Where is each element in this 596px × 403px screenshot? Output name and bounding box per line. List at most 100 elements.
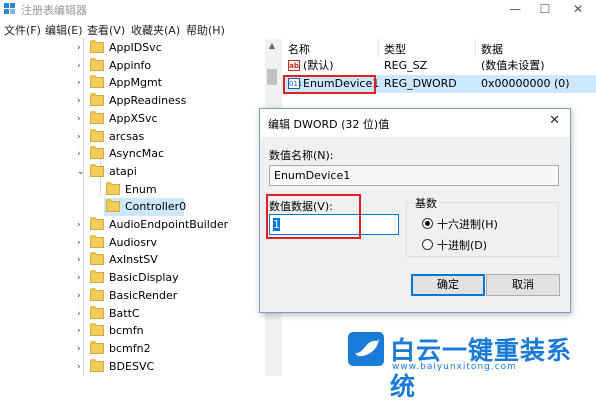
tree-item-label: AppReadiness (109, 94, 187, 108)
tree-item[interactable]: Enum (84, 181, 259, 199)
value-name-label: 数值名称(N): (269, 149, 334, 162)
tree-item-label: AsyncMac (109, 147, 165, 161)
tree-item-label: AppIDSvc (109, 41, 162, 54)
folder-icon (90, 305, 104, 319)
tree-item-label: Enum (125, 182, 157, 196)
scroll-up-arrow-icon[interactable]: ▲ (265, 39, 279, 53)
maximize-button[interactable]: ☐ (530, 0, 560, 20)
tree-item[interactable]: › BasicRender (77, 287, 259, 305)
tree-item[interactable]: › BasicDisplay (77, 269, 259, 287)
chevron-right-icon[interactable]: › (77, 269, 81, 287)
chevron-right-icon[interactable]: › (77, 358, 81, 376)
folder-icon (106, 181, 120, 195)
tree-item[interactable]: › bcmfn2 (77, 340, 259, 358)
folder-icon (90, 270, 104, 284)
tree-item-label: BDESVC (109, 359, 155, 373)
tree-item[interactable]: › AudioEndpointBuilder (77, 216, 259, 234)
tree-item[interactable]: › AppXSvc (77, 110, 259, 128)
value-name-field: EnumDevice1 (269, 165, 559, 186)
tree-item[interactable]: › bcmfn (77, 322, 259, 340)
menu-file[interactable]: 文件(F) (4, 22, 41, 38)
brand-url: www.baiyunxitong.com (392, 362, 517, 372)
tree-item[interactable]: › BDESVC (77, 358, 259, 376)
tree-item[interactable]: › AppReadiness (77, 92, 259, 110)
value-data: (数值未设置) (481, 59, 545, 72)
chevron-right-icon[interactable]: › (77, 322, 81, 340)
folder-icon (90, 57, 104, 71)
tree-item[interactable]: › AxInstSV (77, 251, 259, 269)
close-window-button[interactable]: ✕ (563, 0, 593, 20)
tree-item-label: BasicRender (109, 288, 178, 302)
registry-key-tree: › AppIDSvc › Appinfo › AppMgmt › AppReadiness › A… (0, 39, 279, 376)
decimal-radio-label[interactable]: 十进制(D) (437, 237, 487, 253)
tree-item[interactable]: › AsyncMac (77, 145, 259, 163)
hex-radio[interactable] (422, 218, 433, 229)
scroll-thumb[interactable] (267, 69, 277, 85)
column-separator (378, 39, 379, 57)
cancel-button[interactable]: 取消 (486, 274, 560, 296)
ok-button[interactable]: 确定 (411, 274, 485, 296)
tree-item-label: Appinfo (109, 58, 152, 72)
dialog-close-icon[interactable]: ✕ (549, 113, 560, 128)
tree-item-label: Audiosrv (109, 235, 158, 249)
tree-item[interactable]: ⌄ atapi (77, 163, 259, 181)
folder-icon (90, 252, 104, 266)
registry-editor-icon (4, 3, 15, 14)
menu-view[interactable]: 查看(V) (87, 22, 125, 38)
chevron-right-icon[interactable]: › (77, 234, 81, 252)
edit-dword-dialog: 编辑 DWORD (32 位)值 ✕ 数值名称(N): EnumDevice1 … (259, 108, 571, 313)
chevron-right-icon[interactable]: › (77, 128, 81, 146)
base-group-label: 基数 (413, 195, 439, 211)
column-separator (475, 39, 476, 57)
tree-item[interactable]: › Appinfo (77, 57, 259, 75)
folder-icon (90, 110, 104, 124)
value-name: (默认) (303, 59, 334, 72)
decimal-radio[interactable] (422, 239, 433, 250)
folder-icon (90, 163, 104, 177)
radio-selected-dot (425, 221, 430, 226)
chevron-down-icon[interactable]: ⌄ (77, 163, 85, 181)
brand-watermark: 白云一键重装系统 www.baiyunxitong.com (348, 330, 593, 401)
window-title: 注册表编辑器 (21, 4, 87, 17)
chevron-right-icon[interactable]: › (77, 92, 81, 110)
chevron-right-icon[interactable]: › (77, 305, 81, 323)
tree-item-label: Controller0 (125, 200, 187, 214)
value-type: REG_SZ (384, 59, 428, 72)
column-header-type[interactable]: 类型 (384, 41, 406, 57)
chevron-right-icon[interactable]: › (77, 145, 81, 163)
value-data: 0x00000000 (0) (481, 77, 570, 90)
column-header-data[interactable]: 数据 (481, 41, 503, 57)
highlight-box (283, 75, 376, 94)
tree-item-label: BattC (109, 306, 140, 320)
list-item[interactable]: ab (默认) REG_SZ (数值未设置) (282, 57, 596, 75)
tree-item[interactable]: › Audiosrv (77, 234, 259, 252)
folder-icon (90, 93, 104, 107)
menu-help[interactable]: 帮助(H) (186, 22, 225, 38)
folder-icon (90, 323, 104, 337)
folder-icon (106, 199, 120, 213)
chevron-right-icon[interactable]: › (77, 251, 81, 269)
chevron-right-icon[interactable]: › (77, 216, 81, 234)
tree-item[interactable]: › arcsas (77, 128, 259, 146)
tree-item[interactable]: › AppMgmt (77, 74, 259, 92)
chevron-right-icon[interactable]: › (77, 287, 81, 305)
chevron-right-icon[interactable]: › (77, 57, 81, 75)
menu-edit[interactable]: 编辑(E) (45, 22, 83, 38)
dialog-title: 编辑 DWORD (32 位)值 (268, 118, 390, 131)
tree-item-label: AxInstSV (109, 253, 158, 267)
chevron-right-icon[interactable]: › (77, 74, 81, 92)
column-header-name[interactable]: 名称 (288, 41, 310, 57)
dialog-body: 数值名称(N): EnumDevice1 数值数据(V): 1 基数 十六进制(… (260, 137, 570, 312)
folder-icon (90, 128, 104, 142)
chevron-right-icon[interactable]: › (77, 110, 81, 128)
hex-radio-label[interactable]: 十六进制(H) (437, 216, 498, 232)
chevron-right-icon[interactable]: › (77, 340, 81, 358)
menu-favorites[interactable]: 收藏夹(A) (131, 22, 180, 38)
tree-item-selected[interactable]: Controller0 (104, 198, 187, 217)
minimize-button[interactable]: — (500, 0, 530, 20)
chevron-right-icon[interactable]: › (77, 39, 81, 57)
tree-item[interactable]: › BattC (77, 305, 259, 323)
title-bar: 注册表编辑器 — ☐ ✕ (0, 0, 596, 20)
tree-item-label: bcmfn (109, 324, 144, 338)
tree-item[interactable]: › AppIDSvc (77, 39, 259, 57)
